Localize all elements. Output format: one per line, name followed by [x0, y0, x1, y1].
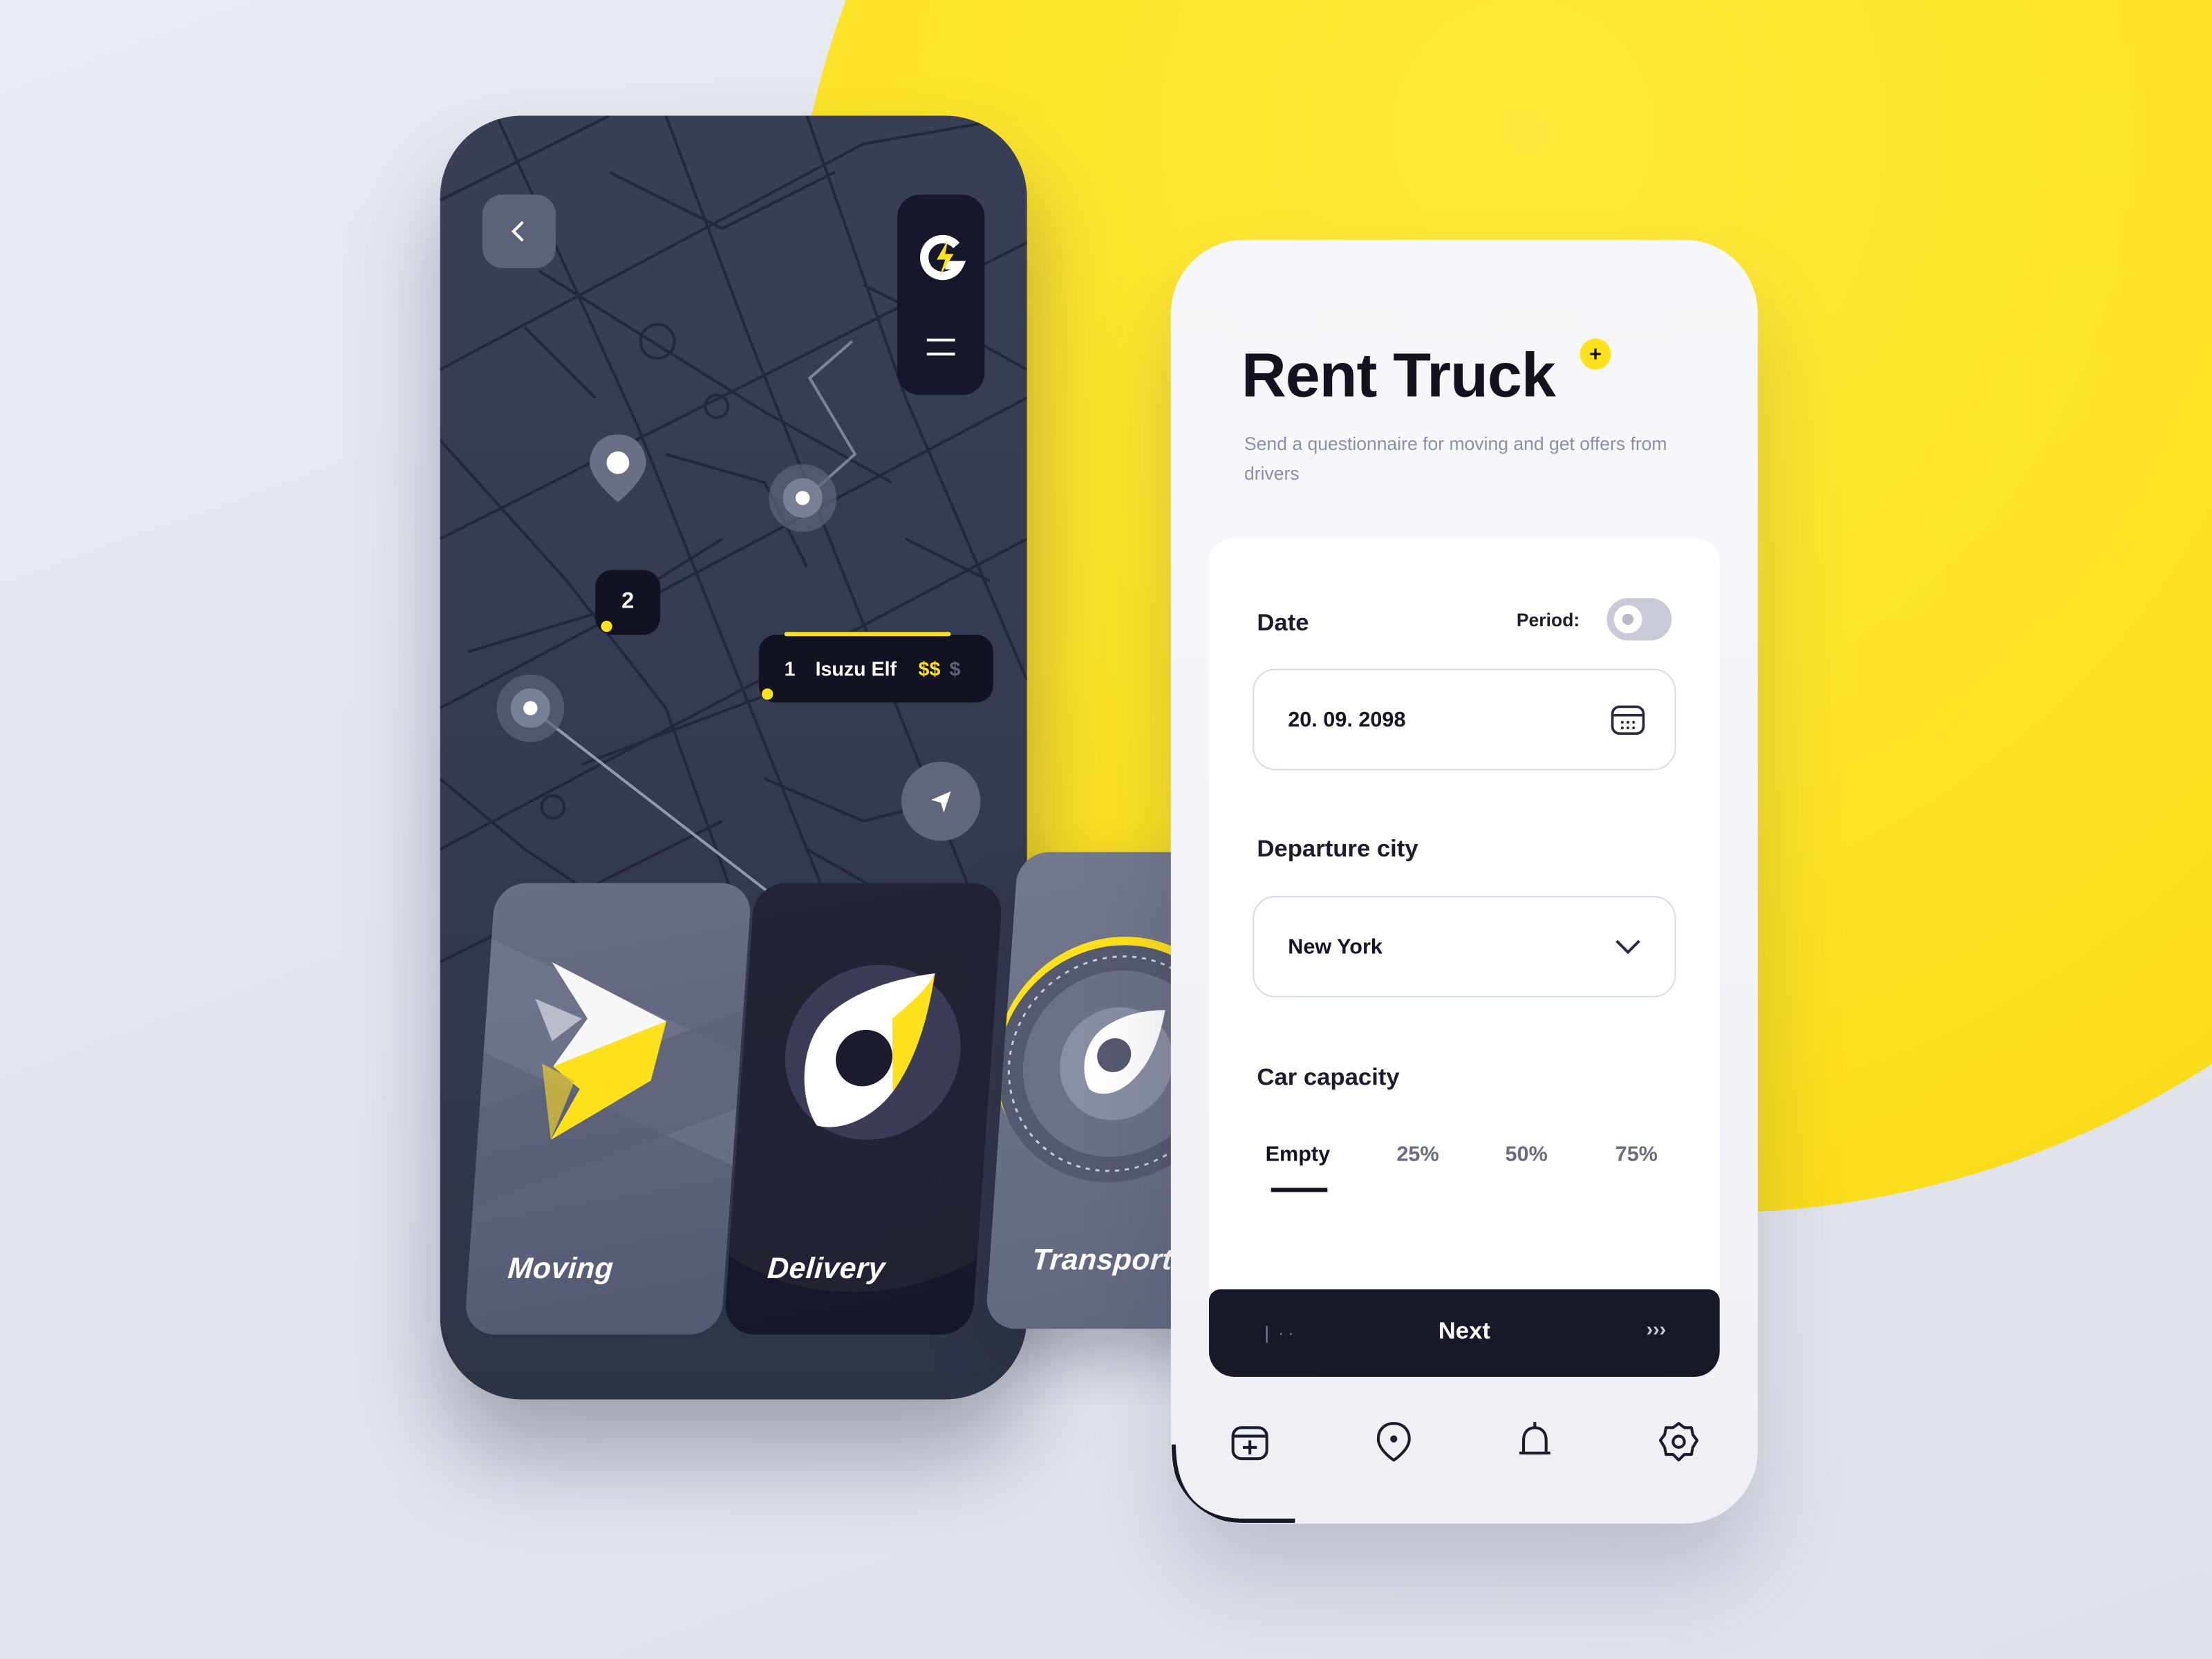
price-level-active: $$ [918, 657, 941, 680]
route-progress-bar [784, 632, 951, 637]
menu-icon[interactable] [924, 334, 958, 359]
location-pin-icon[interactable] [590, 434, 646, 503]
service-label-transport: Transport [1031, 1244, 1174, 1277]
route-card-dot [762, 688, 774, 700]
route-count-badge[interactable]: 2 [595, 570, 661, 635]
app-menu-panel [897, 194, 985, 395]
rent-form: Date Period: 20. 09. 2098 Departure city… [1208, 538, 1720, 1294]
next-label: Next [1438, 1318, 1490, 1344]
next-arrows-icon: ››› [1646, 1318, 1667, 1340]
route-count: 2 [621, 590, 635, 614]
back-arrow-icon [511, 221, 524, 241]
period-label: Period: [1516, 609, 1580, 631]
service-label-delivery: Delivery [766, 1253, 887, 1286]
date-value: 20. 09. 2098 [1288, 707, 1406, 732]
route-index: 1 [784, 657, 796, 680]
service-card-delivery[interactable]: Delivery [723, 883, 1004, 1335]
add-badge-label: + [1589, 341, 1602, 366]
route-end-marker[interactable] [496, 674, 565, 742]
capacity-label: Car capacity [1257, 1063, 1400, 1091]
capacity-option-empty[interactable]: Empty [1266, 1143, 1331, 1167]
calendar-icon[interactable] [1610, 701, 1647, 738]
period-toggle[interactable] [1606, 598, 1672, 641]
settings-icon[interactable] [1653, 1416, 1704, 1467]
service-label-moving: Moving [507, 1253, 615, 1286]
next-button[interactable]: ❘·· Next ››› [1208, 1289, 1720, 1377]
map-phone: 2 1 Isuzu Elf $$ $ Moving Delivery [440, 115, 1027, 1400]
date-field[interactable]: 20. 09. 2098 [1253, 668, 1676, 771]
tab-indicator-curve [1171, 1444, 1295, 1524]
vehicle-name: Isuzu Elf [815, 657, 897, 680]
capacity-option-50[interactable]: 50% [1506, 1143, 1548, 1167]
logo-bolt-icon [920, 234, 966, 280]
back-button[interactable] [482, 194, 556, 268]
bell-icon[interactable] [1510, 1416, 1560, 1467]
date-label: Date [1257, 609, 1309, 637]
vehicle-route-card[interactable]: 1 Isuzu Elf $$ $ [758, 632, 993, 703]
departure-value: New York [1288, 935, 1382, 959]
route-start-marker[interactable] [769, 464, 837, 532]
navigate-button[interactable] [901, 762, 981, 841]
page-subtitle: Send a questionnaire for moving and get … [1244, 433, 1667, 484]
capacity-option-75[interactable]: 75% [1615, 1143, 1658, 1167]
page-title: Rent Truck [1241, 341, 1556, 411]
toggle-knob [1613, 605, 1642, 634]
location-pin-tab-icon[interactable] [1369, 1416, 1419, 1467]
departure-city-select[interactable]: New York [1253, 895, 1676, 997]
screen: 2 1 Isuzu Elf $$ $ Moving Delivery Trans… [0, 0, 2212, 1659]
add-badge[interactable]: + [1580, 338, 1611, 370]
chevron-down-icon [1615, 939, 1640, 955]
service-card-moving[interactable]: Moving [464, 883, 753, 1335]
navigate-arrow-icon [930, 791, 951, 813]
form-phone: Rent Truck + Send a questionnaire for mo… [1170, 239, 1758, 1524]
badge-dot [601, 620, 612, 632]
departure-label: Departure city [1257, 835, 1418, 862]
price-level-inactive: $ [949, 657, 961, 680]
capacity-option-25[interactable]: 25% [1396, 1143, 1438, 1167]
capacity-selected-indicator [1271, 1188, 1328, 1192]
